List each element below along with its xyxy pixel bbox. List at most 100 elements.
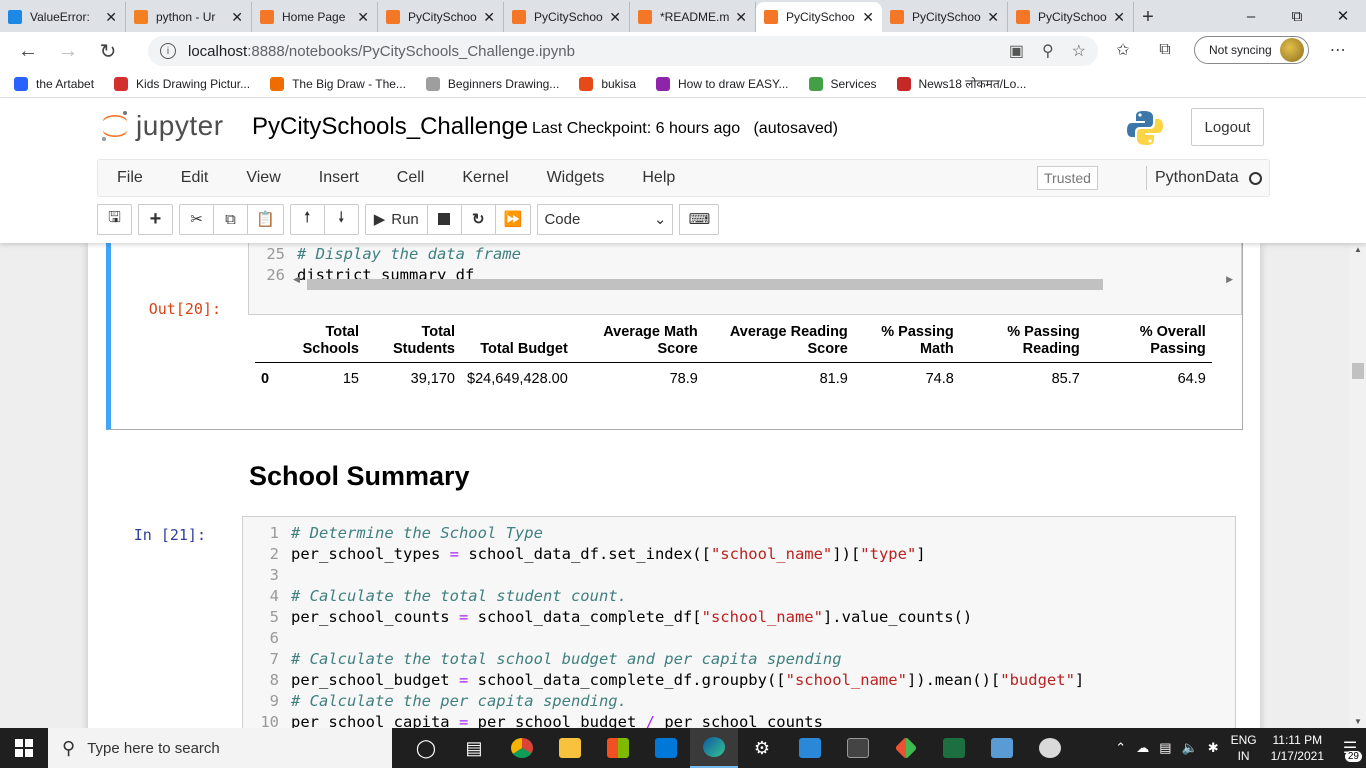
bookmark-item[interactable]: Services (808, 76, 877, 91)
trusted-indicator[interactable]: Trusted (1037, 166, 1098, 190)
bookmark-item[interactable]: The Big Draw - The... (270, 76, 406, 91)
horizontal-scrollbar[interactable]: ◀ ▶ (293, 274, 1233, 291)
paint-icon[interactable] (1026, 728, 1074, 768)
restore-button[interactable]: ⧉ (1274, 0, 1320, 32)
menu-widgets[interactable]: Widgets (528, 169, 624, 187)
chrome-icon[interactable] (498, 728, 546, 768)
close-tab-icon[interactable]: ✕ (735, 9, 747, 26)
browser-tab[interactable]: *README.m ✕ (630, 2, 756, 32)
notebook-title[interactable]: PyCitySchools_Challenge (252, 113, 528, 141)
menu-cell[interactable]: Cell (378, 169, 444, 187)
file-explorer-icon[interactable] (546, 728, 594, 768)
start-button[interactable] (0, 728, 48, 768)
network-icon[interactable]: ▤ (1159, 740, 1171, 756)
store-icon[interactable] (594, 728, 642, 768)
edge-icon[interactable] (690, 728, 738, 768)
onedrive-icon[interactable]: ☁ (1136, 740, 1149, 756)
browser-tab[interactable]: ValueError: ✕ (0, 2, 126, 32)
git-icon[interactable] (882, 728, 930, 768)
scrollbar-thumb[interactable] (307, 279, 1103, 290)
excel-icon[interactable] (930, 728, 978, 768)
remote-desktop-icon[interactable] (978, 728, 1026, 768)
forward-button[interactable]: → (48, 35, 88, 67)
task-view-icon[interactable]: ▤ (450, 728, 498, 768)
insert-cell-button[interactable]: + (138, 203, 173, 235)
browser-tab[interactable]: PyCitySchoo ✕ (378, 2, 504, 32)
scroll-up-icon[interactable]: ▲ (1354, 245, 1362, 254)
close-tab-icon[interactable]: ✕ (862, 9, 874, 26)
close-tab-icon[interactable]: ✕ (987, 9, 999, 26)
browser-tab[interactable]: PyCitySchoo ✕ (882, 2, 1008, 32)
close-tab-icon[interactable]: ✕ (609, 9, 621, 26)
page-scrollbar[interactable]: ▲ ▼ (1350, 243, 1366, 728)
interrupt-button[interactable] (426, 203, 462, 235)
scroll-down-icon[interactable]: ▼ (1354, 717, 1362, 726)
bluetooth-icon[interactable]: ✱ (1208, 740, 1219, 756)
menu-help[interactable]: Help (623, 169, 694, 187)
close-tab-icon[interactable]: ✕ (231, 9, 243, 26)
menu-view[interactable]: View (227, 169, 299, 187)
menu-edit[interactable]: Edit (162, 169, 228, 187)
favorites-icon[interactable]: ✩ (1110, 36, 1136, 64)
cell-type-select[interactable]: Code ⌄ (537, 203, 674, 235)
back-button[interactable]: ← (8, 35, 48, 67)
close-tab-icon[interactable]: ✕ (483, 9, 495, 26)
close-tab-icon[interactable]: ✕ (1113, 9, 1125, 26)
cut-button[interactable]: ✂ (179, 203, 214, 235)
menu-kernel[interactable]: Kernel (443, 169, 527, 187)
page-scroll-thumb[interactable] (1352, 363, 1364, 379)
settings-gear-icon[interactable]: ⚙ (738, 728, 786, 768)
copy-button[interactable]: ⧉ (213, 203, 248, 235)
notification-center-button[interactable]: ☰ 29 (1334, 728, 1366, 768)
bookmark-item[interactable]: the Artabet (14, 76, 94, 91)
bookmark-item[interactable]: Kids Drawing Pictur... (114, 76, 250, 91)
close-window-button[interactable]: ✕ (1320, 0, 1366, 32)
collections-icon[interactable]: ⧉ (1152, 36, 1178, 64)
chevron-up-icon[interactable]: ⌃ (1115, 740, 1126, 756)
menu-insert[interactable]: Insert (300, 169, 378, 187)
photos-icon[interactable] (786, 728, 834, 768)
cortana-icon[interactable]: ◯ (402, 728, 450, 768)
restart-run-all-button[interactable]: ⏩ (494, 203, 532, 235)
clock[interactable]: 11:11 PM 1/17/2021 (1271, 732, 1324, 764)
volume-icon[interactable]: 🔈 (1182, 740, 1198, 756)
logout-button[interactable]: Logout (1191, 108, 1264, 146)
save-button[interactable]: 🖫 (97, 203, 132, 235)
browser-tab[interactable]: PyCitySchoo ✕ (504, 2, 630, 32)
bookmark-item[interactable]: bukisa (579, 76, 636, 91)
run-button[interactable]: ▶ Run (364, 203, 428, 235)
site-info-icon[interactable]: i (160, 43, 176, 59)
taskbar-search-box[interactable]: ⚲ Type here to search (48, 728, 392, 768)
bookmark-item[interactable]: News18 लोकमत/Lo... (896, 75, 1026, 92)
browser-tab[interactable]: python - Ur ✕ (126, 2, 252, 32)
code-cell-selected[interactable]: 25 # Display the data frame 26 district_sum… (106, 243, 1243, 430)
scroll-right-icon[interactable]: ▶ (1226, 274, 1233, 285)
reload-button[interactable]: ↻ (88, 35, 128, 67)
terminal-icon[interactable] (834, 728, 882, 768)
paste-button[interactable]: 📋 (247, 203, 284, 235)
bookmark-item[interactable]: How to draw EASY... (656, 76, 789, 91)
code-cell[interactable]: 1 # Determine the School Type 2 per_school_… (242, 516, 1236, 728)
move-up-button[interactable]: 🠕 (289, 203, 325, 235)
profile-sync-button[interactable]: Not syncing (1194, 36, 1309, 64)
bookmark-item[interactable]: Beginners Drawing... (425, 76, 559, 91)
move-down-button[interactable]: 🠗 (323, 203, 359, 235)
browser-tab[interactable]: PyCitySchoo ✕ (756, 2, 882, 32)
more-menu-icon[interactable]: ⋯ (1325, 36, 1351, 64)
close-tab-icon[interactable]: ✕ (357, 9, 369, 26)
browser-tab[interactable]: PyCitySchoo ✕ (1008, 2, 1134, 32)
read-aloud-icon[interactable]: ▣ (1009, 41, 1024, 61)
browser-tab[interactable]: Home Page ✕ (252, 2, 378, 32)
code-input[interactable]: 25 # Display the data frame 26 district_sum… (248, 243, 1242, 315)
command-palette-button[interactable]: ⌨ (679, 203, 720, 235)
address-bar[interactable]: i localhost:8888/notebooks/PyCitySchools… (148, 36, 1098, 66)
zoom-icon[interactable]: ⚲ (1042, 41, 1054, 61)
jupyter-logo[interactable]: jupyter (100, 109, 224, 143)
menu-file[interactable]: File (98, 169, 162, 187)
scroll-left-icon[interactable]: ◀ (293, 274, 300, 285)
language-indicator[interactable]: ENG IN (1231, 732, 1257, 764)
restart-button[interactable]: ↻ (460, 203, 496, 235)
mail-icon[interactable] (642, 728, 690, 768)
minimize-button[interactable]: – (1228, 0, 1274, 32)
close-tab-icon[interactable]: ✕ (105, 9, 117, 26)
